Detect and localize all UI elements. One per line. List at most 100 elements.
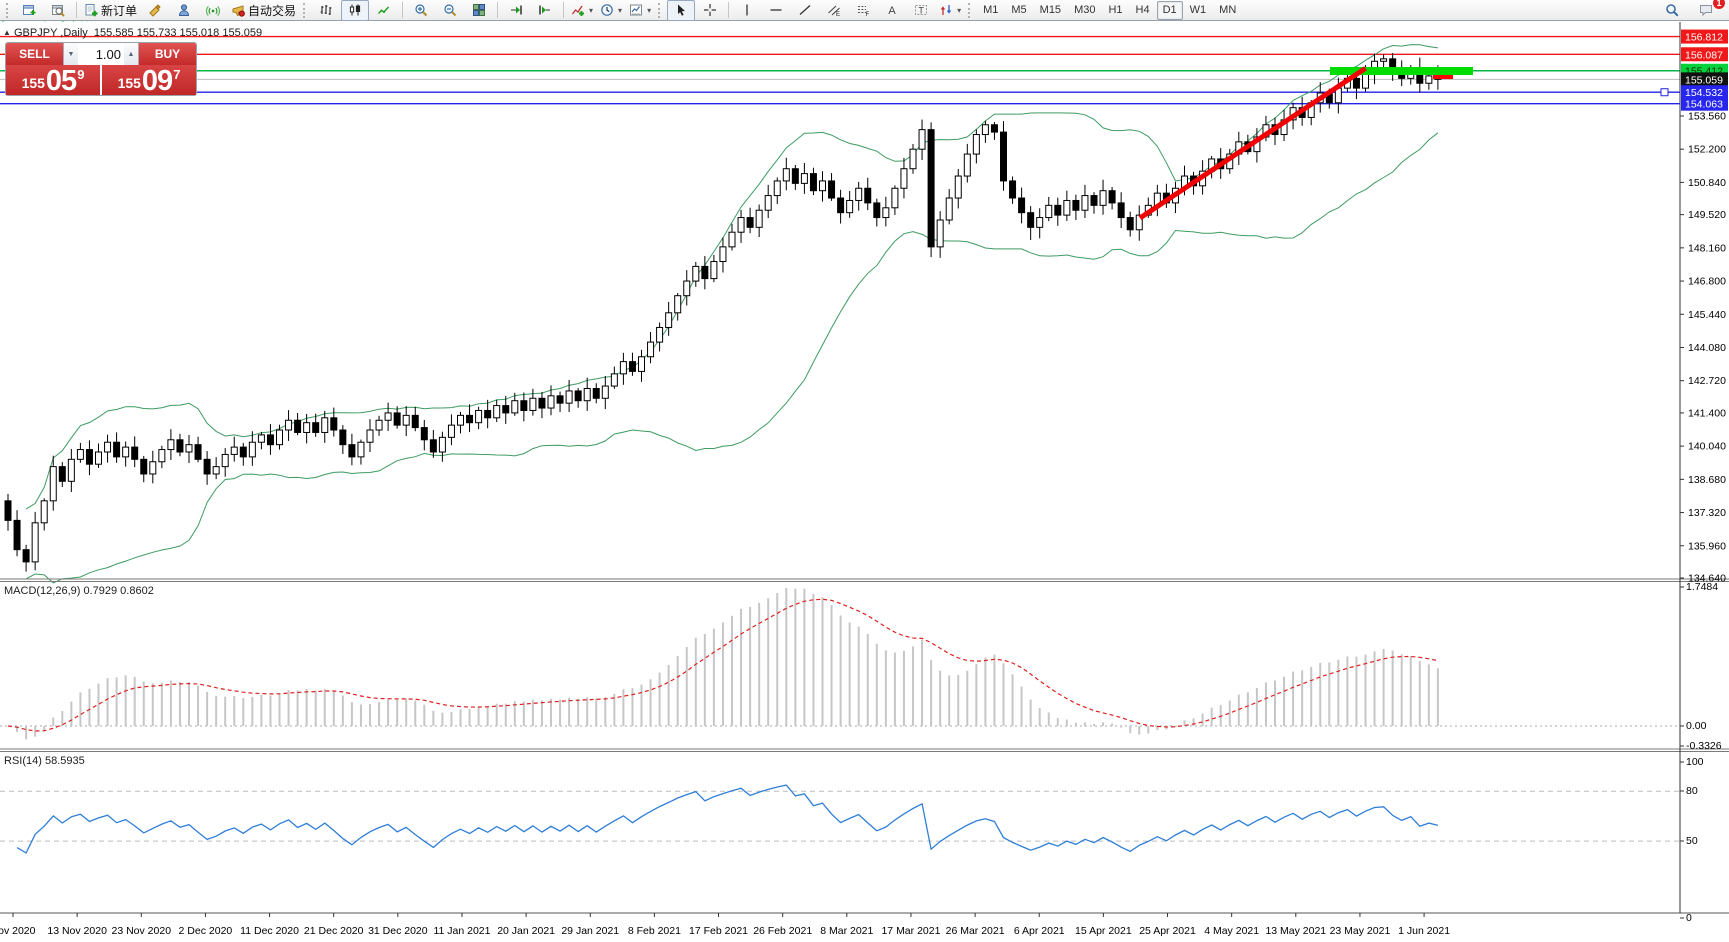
- candle-body: [856, 188, 862, 200]
- volume-decrease-button[interactable]: ▼: [64, 43, 78, 65]
- zoom-in-icon: [414, 3, 428, 17]
- chat-button[interactable]: 1: [1692, 0, 1720, 21]
- auto-trading-button[interactable]: 自动交易: [228, 0, 299, 21]
- auto-scroll-icon: [509, 3, 523, 17]
- red-dash-marker[interactable]: [1433, 75, 1453, 79]
- trendline-tool-button[interactable]: [791, 0, 819, 21]
- line-chart-mode-button[interactable]: [370, 0, 398, 21]
- buy-price[interactable]: 155 09 7: [102, 65, 196, 95]
- crosshair-tool-button[interactable]: [696, 0, 724, 21]
- candle-body: [946, 198, 952, 220]
- buy-button[interactable]: BUY: [139, 43, 196, 65]
- candle-body: [1028, 213, 1034, 228]
- candle-body: [1037, 218, 1043, 228]
- volume-increase-button[interactable]: ▲: [124, 43, 138, 65]
- price-axis-label: 146.800: [1688, 276, 1726, 288]
- timeframe-w1-button[interactable]: W1: [1184, 1, 1213, 20]
- candle-body: [602, 386, 608, 398]
- candle-body: [847, 200, 853, 212]
- candle-body: [611, 374, 617, 386]
- price-axis-label: 140.040: [1688, 441, 1726, 453]
- cursor-tool-button[interactable]: [667, 0, 695, 21]
- candle-body: [376, 420, 382, 430]
- candle-body: [114, 442, 120, 457]
- candle-body: [901, 169, 907, 189]
- candle-body: [810, 174, 816, 191]
- label-tool-button[interactable]: T: [907, 0, 935, 21]
- date-axis[interactable]: Nov 202013 Nov 202023 Nov 20202 Dec 2020…: [0, 913, 1450, 937]
- clock-icon: [600, 3, 614, 17]
- new-order-button[interactable]: 新订单: [81, 0, 140, 21]
- candle-body: [1118, 203, 1124, 218]
- community-button[interactable]: [170, 0, 198, 21]
- horizontal-line-tool-button[interactable]: [762, 0, 790, 21]
- fibonacci-tool-button[interactable]: F: [849, 0, 877, 21]
- indicators-list-button[interactable]: ▾: [568, 0, 596, 21]
- line-selection-handle[interactable]: [1661, 89, 1668, 96]
- sell-price[interactable]: 155 05 9: [6, 65, 100, 95]
- profiles-button[interactable]: [44, 0, 72, 21]
- bollinger-upper-band[interactable]: [26, 45, 1438, 510]
- candle-body: [1010, 181, 1016, 198]
- candle-body: [458, 415, 464, 425]
- templates-button[interactable]: ▾: [626, 0, 654, 21]
- toolbar-grip[interactable]: [303, 3, 307, 18]
- candle-body: [928, 130, 934, 247]
- timeframe-m5-button[interactable]: M5: [1005, 1, 1032, 20]
- macd-histogram: [8, 588, 1438, 739]
- volume-input[interactable]: [78, 47, 124, 62]
- text-tool-button[interactable]: A: [878, 0, 906, 21]
- candle-body: [213, 467, 219, 474]
- candle-body: [448, 425, 454, 437]
- timeframe-d1-button[interactable]: D1: [1157, 1, 1183, 20]
- rsi-label: RSI(14) 58.5935: [4, 755, 85, 767]
- candlestick-mode-button[interactable]: [341, 0, 369, 21]
- candle-body: [548, 396, 554, 408]
- metaeditor-button[interactable]: [141, 0, 169, 21]
- arrows-tool-button[interactable]: ▾: [936, 0, 964, 21]
- date-axis-label: 29 Jan 2021: [561, 925, 619, 937]
- candle-body: [105, 442, 111, 452]
- candle-body: [349, 445, 355, 457]
- dropdown-caret-icon: ▾: [957, 6, 961, 15]
- vertical-line-tool-button[interactable]: [733, 0, 761, 21]
- uptrend-arrow[interactable]: [1140, 68, 1366, 218]
- date-axis-label: 26 Mar 2021: [946, 925, 1005, 937]
- one-click-toggle-icon[interactable]: ▲: [3, 28, 11, 37]
- toolbar-grip[interactable]: [658, 3, 662, 18]
- candle-body: [322, 418, 328, 433]
- support-highlight-bar[interactable]: [1330, 67, 1473, 75]
- doc-plus-icon: [84, 3, 98, 17]
- price-scale[interactable]: 153.560152.200150.840149.520148.160146.8…: [1661, 30, 1728, 924]
- zoom-in-button[interactable]: [407, 0, 435, 21]
- chart-canvas[interactable]: 153.560152.200150.840149.520148.160146.8…: [0, 22, 1729, 942]
- timeframe-mn-button[interactable]: MN: [1213, 1, 1242, 20]
- bollinger-lower-band[interactable]: [26, 133, 1438, 583]
- auto-scroll-button[interactable]: [502, 0, 530, 21]
- timeframe-h1-button[interactable]: H1: [1102, 1, 1128, 20]
- candle-body: [367, 430, 373, 442]
- candle-body: [412, 415, 418, 427]
- candle-body: [557, 396, 563, 403]
- channel-tool-button[interactable]: E: [820, 0, 848, 21]
- macd-axis-label: 1.7484: [1686, 581, 1718, 593]
- chart-shift-button[interactable]: [531, 0, 559, 21]
- periods-list-button[interactable]: ▾: [597, 0, 625, 21]
- timeframe-m1-button[interactable]: M1: [977, 1, 1004, 20]
- sell-button[interactable]: SELL: [6, 43, 63, 65]
- timeframe-h4-button[interactable]: H4: [1130, 1, 1156, 20]
- tile-windows-button[interactable]: [465, 0, 493, 21]
- candle-body: [648, 342, 654, 357]
- timeframe-m15-button[interactable]: M15: [1034, 1, 1067, 20]
- chat-badge: 1: [1713, 0, 1725, 9]
- price-axis-label: 149.520: [1688, 209, 1726, 221]
- zoom-out-button[interactable]: [436, 0, 464, 21]
- bar-chart-mode-button[interactable]: [312, 0, 340, 21]
- candle-body: [258, 435, 264, 442]
- new-chart-button[interactable]: [15, 0, 43, 21]
- search-button[interactable]: [1658, 0, 1686, 21]
- toolbar-grip[interactable]: [6, 3, 10, 18]
- toolbar-grip[interactable]: [968, 3, 972, 18]
- timeframe-m30-button[interactable]: M30: [1068, 1, 1101, 20]
- signals-button[interactable]: [199, 0, 227, 21]
